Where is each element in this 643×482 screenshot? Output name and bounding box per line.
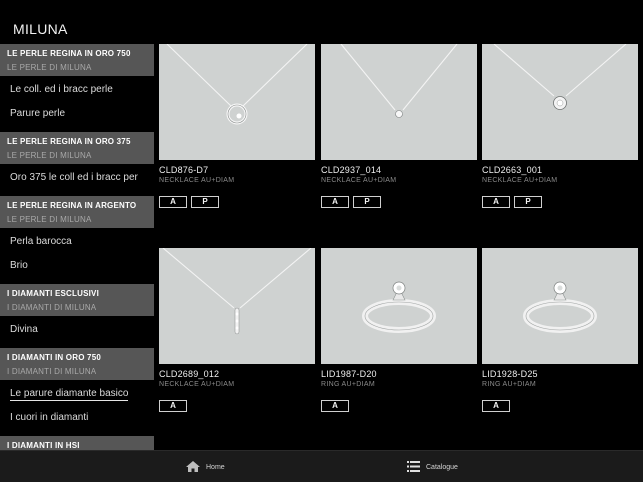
section-title: LE PERLE REGINA IN ORO 750 xyxy=(7,49,131,58)
product-description: RING AU+DIAM xyxy=(321,381,375,388)
section-title: I DIAMANTI IN HSI xyxy=(7,441,80,450)
product-card[interactable]: LID1928-D25 RING AU+DIAM A xyxy=(482,248,638,412)
product-grid: CLD876-D7 NECKLACE AU+DIAM A P CLD2937_014 N… xyxy=(159,44,643,450)
product-buttons: AP xyxy=(159,196,315,208)
sidebar-item[interactable]: Le coll. ed i bracc perle xyxy=(0,78,154,102)
necklace-halo-icon[interactable] xyxy=(482,44,638,160)
p-button[interactable]: P xyxy=(191,196,219,208)
product-buttons: A xyxy=(159,400,315,412)
product-buttons: AP xyxy=(482,196,638,208)
add-button[interactable]: A xyxy=(321,400,349,412)
product-description: RING AU+DIAM xyxy=(482,381,536,388)
product-card[interactable]: LID1987-D20 RING AU+DIAM A xyxy=(321,248,477,412)
sidebar-item-label: Le coll. ed i bracc perle xyxy=(10,84,113,95)
product-buttons: A xyxy=(321,400,477,412)
necklace-drop-icon[interactable] xyxy=(159,248,315,364)
sidebar-item[interactable]: Brio xyxy=(0,254,154,278)
sidebar-section-header: I DIAMANTI IN HSII DIAMANTI DI MILUNA xyxy=(0,436,154,450)
app-title: MILUNA xyxy=(13,21,68,37)
product-description: NECKLACE AU+DIAM xyxy=(159,177,235,184)
tab-home[interactable]: Home xyxy=(186,461,225,474)
ring-solitaire-icon[interactable] xyxy=(482,248,638,364)
sidebar-section-header: LE PERLE REGINA IN ARGENTO LE PERLE DI MI… xyxy=(0,196,154,228)
section-subtitle: LE PERLE DI MILUNA xyxy=(7,151,92,160)
product-code: LID1987-D20 xyxy=(321,369,377,379)
sidebar-item[interactable]: Divina xyxy=(0,318,154,342)
tab-home-label: Home xyxy=(206,464,225,471)
product-code: LID1928-D25 xyxy=(482,369,538,379)
section-title: I DIAMANTI IN ORO 750 xyxy=(7,353,101,362)
product-description: NECKLACE AU+DIAM xyxy=(482,177,558,184)
add-button[interactable]: A xyxy=(482,400,510,412)
necklace-circle-pendant-icon[interactable] xyxy=(159,44,315,160)
product-code: CLD2937_014 xyxy=(321,165,382,175)
sidebar-item-label: I cuori in diamanti xyxy=(10,412,89,423)
sidebar-item[interactable]: Oro 375 le coll ed i bracc per xyxy=(0,166,154,190)
sidebar-item-label: Brio xyxy=(10,260,28,271)
add-button[interactable]: A xyxy=(159,196,187,208)
sidebar-item-label: Perla barocca xyxy=(10,236,72,247)
sidebar-item-label: Divina xyxy=(10,324,38,335)
section-title: LE PERLE REGINA IN ORO 375 xyxy=(7,137,131,146)
product-card[interactable]: CLD2663_001 NECKLACE AU+DIAM A P xyxy=(482,44,638,208)
home-icon xyxy=(186,461,200,474)
list-icon xyxy=(407,461,420,474)
sidebar-item[interactable]: I cuori in diamanti xyxy=(0,406,154,430)
tab-catalogue-label: Catalogue xyxy=(426,464,458,471)
sidebar-section-header: I DIAMANTI ESCLUSIVI I DIAMANTI DI MILUNA xyxy=(0,284,154,316)
product-buttons: A xyxy=(482,400,638,412)
section-title: I DIAMANTI ESCLUSIVI xyxy=(7,289,100,298)
product-card[interactable]: CLD2937_014 NECKLACE AU+DIAM A P xyxy=(321,44,477,208)
sidebar-item[interactable]: Le parure diamante basico xyxy=(0,382,154,406)
section-subtitle: LE PERLE DI MILUNA xyxy=(7,215,92,224)
product-code: CLD2663_001 xyxy=(482,165,543,175)
product-buttons: AP xyxy=(321,196,477,208)
section-subtitle: I DIAMANTI DI MILUNA xyxy=(7,367,97,376)
sidebar-item-label: Parure perle xyxy=(10,108,66,119)
section-subtitle: I DIAMANTI DI MILUNA xyxy=(7,303,97,312)
product-code: CLD2689_012 xyxy=(159,369,220,379)
product-description: NECKLACE AU+DIAM xyxy=(321,177,397,184)
sidebar-item[interactable]: Perla barocca xyxy=(0,230,154,254)
section-subtitle: LE PERLE DI MILUNA xyxy=(7,63,92,72)
product-code: CLD876-D7 xyxy=(159,165,209,175)
tab-bar: Home Catalogue xyxy=(0,450,643,482)
sidebar: LE PERLE REGINA IN ORO 750 LE PERLE DI MI… xyxy=(0,44,154,450)
tab-catalogue[interactable]: Catalogue xyxy=(407,461,458,474)
sidebar-item[interactable]: Parure perle xyxy=(0,102,154,126)
sidebar-section-header: I DIAMANTI IN ORO 750 I DIAMANTI DI MILUN… xyxy=(0,348,154,380)
product-card[interactable]: CLD2689_012 NECKLACE AU+DIAM A xyxy=(159,248,315,412)
add-button[interactable]: A xyxy=(159,400,187,412)
sidebar-section-header: LE PERLE REGINA IN ORO 375 LE PERLE DI MI… xyxy=(0,132,154,164)
product-card[interactable]: CLD876-D7 NECKLACE AU+DIAM A P xyxy=(159,44,315,208)
sidebar-item-label: Le parure diamante basico xyxy=(10,388,129,401)
sidebar-section-header: LE PERLE REGINA IN ORO 750 LE PERLE DI MI… xyxy=(0,44,154,76)
section-title: LE PERLE REGINA IN ARGENTO xyxy=(7,201,137,210)
add-button[interactable]: A xyxy=(482,196,510,208)
ring-solitaire-icon[interactable] xyxy=(321,248,477,364)
necklace-solitaire-icon[interactable] xyxy=(321,44,477,160)
p-button[interactable]: P xyxy=(353,196,381,208)
p-button[interactable]: P xyxy=(514,196,542,208)
add-button[interactable]: A xyxy=(321,196,349,208)
sidebar-item-label: Oro 375 le coll ed i bracc per xyxy=(10,172,138,183)
product-description: NECKLACE AU+DIAM xyxy=(159,381,235,388)
